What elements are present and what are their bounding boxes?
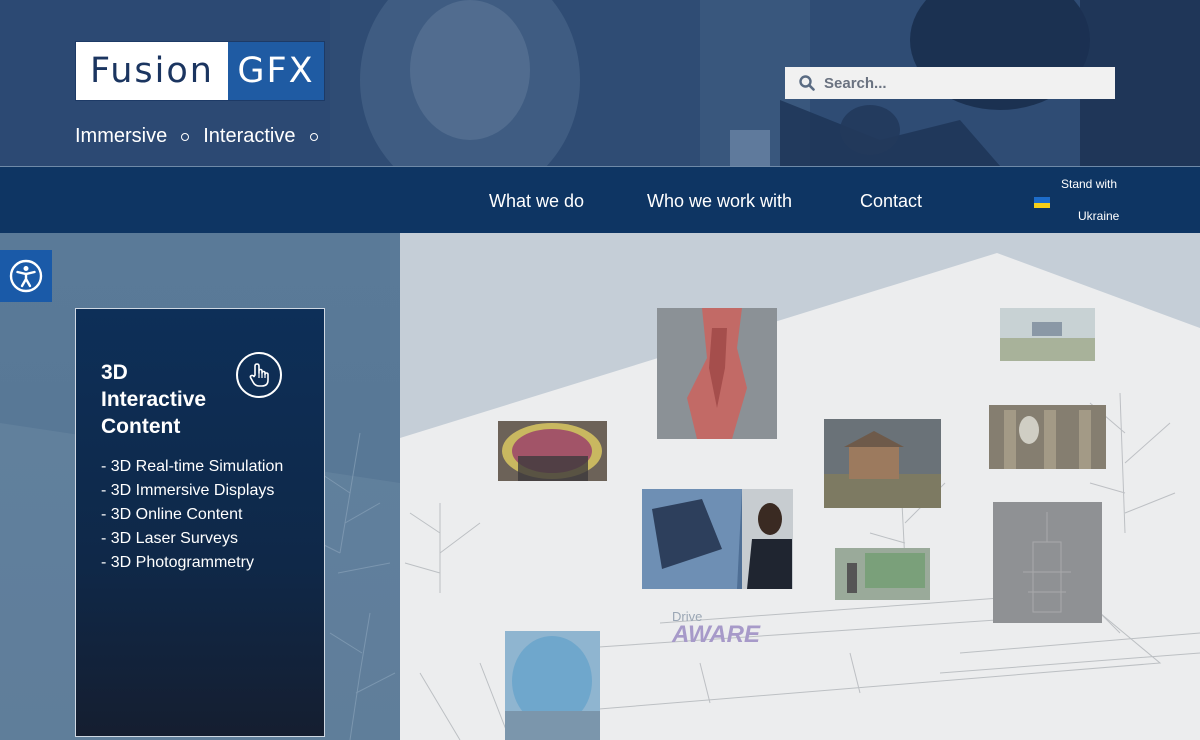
- tagline-interactive: Interactive: [203, 125, 296, 147]
- drive-aware-logo[interactable]: Drive AWARE: [668, 605, 763, 660]
- drive-aware-logo-bottom: AWARE: [672, 621, 761, 648]
- site-header: Fusion GFX Immersive Interactive: [0, 0, 1200, 166]
- thumbnail-green-screen[interactable]: [835, 548, 930, 600]
- thumbnail-dome-display[interactable]: [498, 421, 607, 481]
- nav-what-we-do[interactable]: What we do: [489, 191, 584, 212]
- ukraine-flag-icon: [1034, 197, 1050, 208]
- fusiongfx-logo[interactable]: Fusion GFX: [75, 41, 325, 101]
- nav-contact[interactable]: Contact: [860, 191, 922, 212]
- logo-text-fusion: Fusion: [76, 42, 228, 100]
- accessibility-button[interactable]: [0, 250, 52, 302]
- logo-text-gfx: GFX: [228, 42, 324, 100]
- tagline-immersive: Immersive: [75, 125, 168, 147]
- thumbnail-laser-scan-tower[interactable]: [657, 308, 777, 439]
- tagline-separator-icon: [181, 132, 190, 141]
- search-input[interactable]: [824, 74, 1094, 92]
- stand-with-ukraine-link[interactable]: Stand with Ukraine: [1034, 177, 1124, 227]
- ukraine-text-line2: Ukraine: [1078, 209, 1120, 223]
- list-item: - 3D Real-time Simulation: [101, 458, 284, 475]
- card-title: 3D Interactive Content: [101, 361, 207, 438]
- thumbnail-cathedral-interior[interactable]: [989, 405, 1106, 469]
- hand-pointer-icon: [236, 352, 282, 398]
- service-card-3d-interactive[interactable]: 3D Interactive Content - 3D Real-time Si…: [75, 308, 325, 737]
- tagline: Immersive Interactive: [75, 125, 322, 148]
- nav-who-we-work-with[interactable]: Who we work with: [647, 191, 792, 212]
- tagline-separator-icon: [309, 132, 318, 141]
- list-item: - 3D Immersive Displays: [101, 482, 275, 499]
- list-item: - 3D Online Content: [101, 506, 243, 523]
- service-list: - 3D Real-time Simulation - 3D Immersive…: [101, 455, 301, 575]
- thumbnail-simulation-scene[interactable]: [1000, 308, 1095, 361]
- search-icon: [799, 75, 815, 91]
- ukraine-text-line1: Stand with: [1061, 177, 1118, 191]
- accessibility-icon: [9, 259, 43, 293]
- thumbnail-blue-dome[interactable]: [505, 631, 600, 740]
- list-item: - 3D Laser Surveys: [101, 530, 238, 547]
- thumbnail-church-scan[interactable]: [993, 502, 1102, 623]
- list-item: - 3D Photogrammetry: [101, 554, 254, 571]
- thumbnail-immersive-display-presentation[interactable]: [642, 489, 793, 589]
- search-box: [785, 67, 1115, 99]
- main-navigation: What we do Who we work with Contact Stan…: [0, 166, 1200, 233]
- thumbnail-village-scene[interactable]: [824, 419, 941, 508]
